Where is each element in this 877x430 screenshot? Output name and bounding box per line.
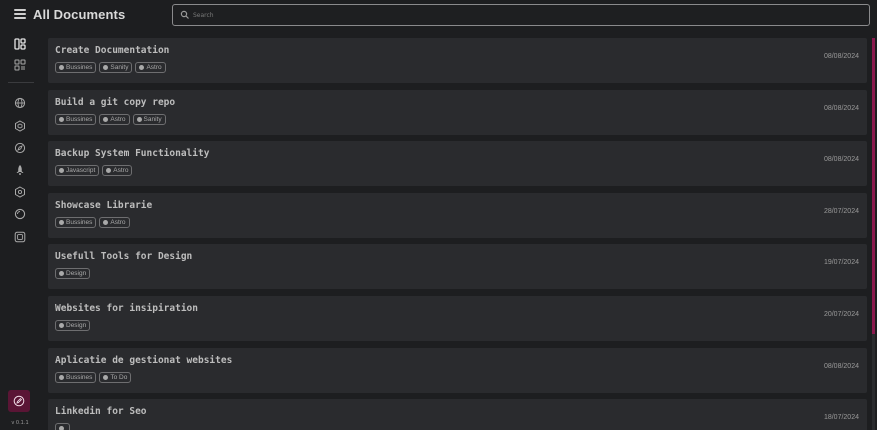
document-card[interactable]: Linkedin for Seo 18/07/2024 [48, 399, 867, 430]
tag-icon [59, 322, 64, 328]
tag-icon [103, 65, 109, 70]
tag-label: Design [66, 270, 87, 278]
tag-badge[interactable]: Bussines [55, 371, 97, 383]
tag-label: Design [66, 321, 87, 329]
tag-icon [59, 426, 64, 430]
tag-label: Javascript [66, 167, 96, 175]
tag-label: Sanity [143, 115, 162, 123]
tag-badge[interactable]: Design [55, 319, 91, 331]
document-date: 19/07/2024 [823, 259, 859, 267]
document-list: Create Documentation 08/08/2024 Bussines Sa… [48, 38, 867, 430]
tag-label: Bussines [66, 218, 93, 226]
document-title: Showcase Librarie [55, 199, 153, 211]
document-card[interactable]: Build a git copy repo 08/08/2024 Bussines A… [48, 89, 867, 135]
tag-icon [103, 116, 109, 122]
tag-badge[interactable]: Bussines [55, 113, 97, 125]
document-title: Aplicatie de gestionat websites [55, 354, 233, 366]
tag-badge[interactable]: Bussines [55, 216, 97, 228]
tag-list: Design [55, 268, 91, 280]
tag-label: Astro [146, 64, 162, 71]
dashboard-icon[interactable] [14, 38, 26, 50]
document-title: Usefull Tools for Design [55, 251, 193, 263]
document-date: 08/08/2024 [823, 156, 859, 164]
search-input[interactable] [193, 6, 853, 24]
document-card[interactable]: Create Documentation 08/08/2024 Bussines Sa… [48, 38, 867, 83]
globe-icon[interactable] [14, 97, 26, 109]
tag-badge[interactable]: Astro [102, 165, 133, 177]
tag-badge[interactable]: Astro [99, 216, 130, 228]
tag-label: Astro [113, 167, 129, 175]
search-bar[interactable] [172, 4, 870, 26]
tag-badge[interactable]: Sanity [99, 62, 133, 73]
tag-badge[interactable]: Sanity [132, 113, 166, 125]
tag-icon [59, 168, 64, 174]
document-date: 08/08/2024 [823, 53, 859, 60]
tag-icon [103, 219, 109, 225]
edit-icon [13, 395, 25, 407]
tag-icon [59, 219, 64, 225]
hexagon-icon[interactable] [14, 186, 26, 198]
tag-label: To Do [110, 373, 128, 381]
rocket-icon[interactable] [14, 164, 26, 176]
tag-list: Bussines Astro Sanity [55, 113, 166, 125]
document-title: Build a git copy repo [55, 96, 176, 108]
tag-list: Javascript Astro [55, 165, 133, 177]
square-icon[interactable] [14, 231, 26, 243]
new-document-button[interactable] [8, 390, 30, 412]
grid-icon[interactable] [14, 59, 26, 71]
sidebar-divider [8, 82, 34, 83]
tag-icon [59, 65, 64, 70]
document-date: 08/08/2024 [823, 362, 859, 370]
tag-badge[interactable]: Astro [99, 113, 130, 125]
document-title: Backup System Functionality [55, 148, 210, 160]
document-card[interactable]: Websites for insipiration 20/07/2024 Desig… [48, 295, 867, 341]
tag-badge[interactable]: Design [55, 268, 91, 280]
search-icon [180, 10, 189, 19]
tag-icon [59, 271, 64, 277]
tag-label: Bussines [66, 64, 93, 71]
tag-badge[interactable] [55, 423, 70, 430]
tag-icon [139, 65, 145, 70]
tag-icon [136, 116, 142, 122]
document-title: Create Documentation [55, 45, 170, 56]
tag-label: Sanity [110, 64, 129, 71]
tag-icon [59, 116, 64, 122]
cube-icon[interactable] [14, 120, 26, 132]
tag-icon [59, 374, 64, 380]
document-date: 28/07/2024 [823, 207, 859, 215]
tag-list [55, 423, 70, 430]
tag-icon [106, 168, 112, 174]
sidebar: v 0.1.1 [0, 30, 40, 430]
version-label: v 0.1.1 [11, 420, 29, 426]
tag-list: Bussines Sanity Astro [55, 62, 166, 73]
tag-list: Design [55, 319, 91, 331]
tag-label: Astro [110, 218, 126, 226]
tag-label: Bussines [66, 115, 93, 123]
tag-label: Bussines [66, 373, 93, 381]
tag-badge[interactable]: Astro [135, 62, 166, 73]
document-date: 08/08/2024 [823, 104, 859, 112]
document-card[interactable]: Aplicatie de gestionat websites 08/08/202… [48, 347, 867, 393]
scrollbar[interactable] [872, 38, 875, 430]
document-card[interactable]: Showcase Librarie 28/07/2024 Bussines Astro [48, 192, 867, 238]
tag-label: Astro [110, 115, 126, 123]
tag-badge[interactable]: Bussines [55, 62, 97, 73]
hamburger-icon[interactable] [14, 9, 26, 21]
circle-icon[interactable] [14, 208, 26, 220]
top-bar: All Documents [0, 0, 877, 30]
compass-icon[interactable] [14, 142, 26, 154]
tag-badge[interactable]: To Do [99, 371, 132, 383]
tag-list: Bussines To Do [55, 371, 132, 383]
document-date: 20/07/2024 [823, 310, 859, 318]
document-card[interactable]: Usefull Tools for Design 19/07/2024 Design [48, 244, 867, 290]
scrollbar-thumb[interactable] [872, 38, 875, 334]
tag-list: Bussines Astro [55, 216, 130, 228]
document-title: Linkedin for Seo [55, 406, 147, 418]
page-title: All Documents [33, 7, 126, 22]
document-date: 18/07/2024 [823, 414, 859, 422]
document-card[interactable]: Backup System Functionality 08/08/2024 Jav… [48, 141, 867, 187]
document-title: Websites for insipiration [55, 302, 198, 314]
tag-icon [103, 374, 109, 380]
tag-badge[interactable]: Javascript [55, 165, 100, 177]
